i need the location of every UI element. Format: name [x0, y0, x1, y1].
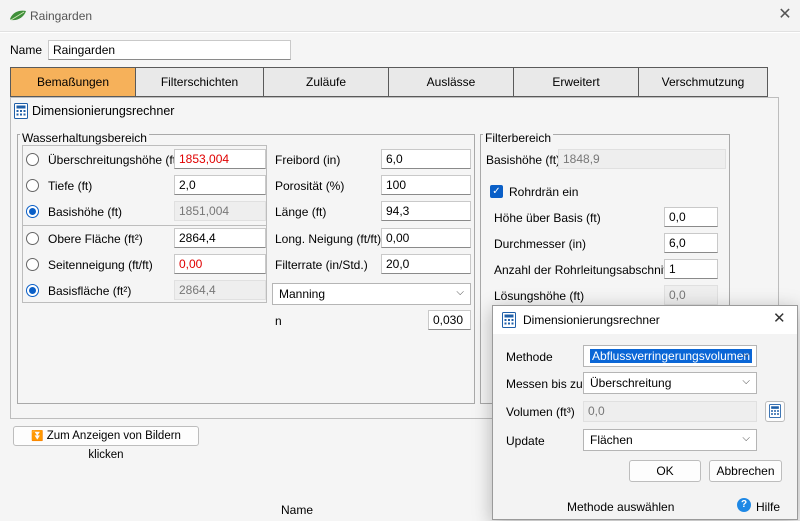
calculator-icon [14, 103, 28, 119]
dialog-status-text: Methode auswählen [567, 500, 675, 514]
radio-base-area[interactable] [26, 284, 39, 297]
radio-top-area[interactable] [26, 232, 39, 245]
solution-height-label: Lösungshöhe (ft) [494, 289, 585, 303]
length-label: Länge (ft) [275, 205, 327, 219]
n-input[interactable]: 0,030 [428, 310, 471, 330]
base-elevation-input: 1851,004 [174, 201, 266, 221]
title-bar: Raingarden ✕ [0, 0, 800, 32]
section-title: Dimensionierungsrechner [32, 104, 175, 118]
dialog-method-label: Methode [506, 350, 553, 364]
close-icon[interactable]: ✕ [774, 4, 796, 26]
filter-group-title: Filterbereich [483, 131, 554, 145]
diameter-input[interactable]: 6,0 [664, 233, 718, 253]
underdrain-checkbox[interactable]: ✓ [490, 185, 503, 198]
diameter-label: Durchmesser (in) [494, 237, 587, 251]
porosity-label: Porosität (%) [275, 179, 345, 193]
method-select-value: Manning [279, 287, 326, 301]
radio-overflow-elevation[interactable] [26, 153, 39, 166]
tab-bemassungen[interactable]: Bemaßungen [10, 67, 136, 97]
tab-verschmutzung[interactable]: Verschmutzung [638, 67, 768, 97]
side-slope-input[interactable]: 0,00 [174, 254, 266, 274]
calculator-icon [769, 404, 781, 418]
dialog-measure-value: Überschreitung [590, 376, 672, 390]
dialog-title-bar: Dimensionierungsrechner ✕ [493, 306, 797, 334]
help-icon[interactable]: ? [737, 498, 751, 512]
chevron-down-icon: ⌵ [456, 287, 464, 298]
solution-height-input: 0,0 [664, 285, 718, 305]
top-area-label: Obere Fläche (ft²) [48, 232, 143, 246]
dialog-measure-label: Messen bis zu [506, 377, 583, 391]
side-slope-label: Seitenneigung (ft/ft) [48, 258, 153, 272]
tab-zulaeufe[interactable]: Zuläufe [263, 67, 389, 97]
tab-erweitert[interactable]: Erweitert [513, 67, 639, 97]
double-chevron-down-icon: ⏬ [31, 431, 44, 442]
filter-rate-input[interactable]: 20,0 [381, 254, 471, 274]
height-above-base-label: Höhe über Basis (ft) [494, 211, 601, 225]
depth-input[interactable]: 2,0 [174, 175, 266, 195]
overflow-elevation-input[interactable]: 1853,004 [174, 149, 266, 169]
filter-rate-label: Filterrate (in/Std.) [275, 258, 368, 272]
top-area-input[interactable]: 2864,4 [174, 228, 266, 248]
filter-base-input: 1848,9 [558, 149, 726, 169]
freeboard-label: Freibord (in) [275, 153, 341, 167]
length-input[interactable]: 94,3 [381, 201, 471, 221]
dialog-volume-label: Volumen (ft³) [506, 405, 575, 419]
dialog-update-select[interactable]: Flächen ⌵ [583, 429, 757, 451]
chevron-down-icon: ⌵ [742, 433, 750, 444]
dialog-close-icon[interactable]: ✕ [773, 309, 786, 327]
long-slope-label: Long. Neigung (ft/ft) [275, 232, 382, 246]
long-slope-input[interactable]: 0,00 [381, 228, 471, 248]
sizing-calculator-dialog: Dimensionierungsrechner ✕ Methode Abflus… [492, 305, 798, 520]
radio-base-elevation[interactable] [26, 205, 39, 218]
pipe-count-input[interactable]: 1 [664, 259, 718, 279]
porosity-input[interactable]: 100 [381, 175, 471, 195]
name-input[interactable]: Raingarden [48, 40, 291, 60]
radio-divider [23, 225, 267, 226]
retention-group-title: Wasserhaltungsbereich [20, 131, 149, 145]
calculator-icon [502, 312, 516, 328]
base-elevation-label: Basishöhe (ft) [48, 205, 123, 219]
window-title: Raingarden [30, 9, 93, 23]
radio-depth[interactable] [26, 179, 39, 192]
radio-side-slope[interactable] [26, 258, 39, 271]
chevron-down-icon: ⌵ [742, 376, 750, 387]
name-label: Name [10, 43, 43, 57]
help-link[interactable]: Hilfe [756, 500, 780, 514]
method-select[interactable]: Manning ⌵ [272, 283, 471, 305]
pipe-count-label: Anzahl der Rohrleitungsabschnitte [494, 263, 677, 277]
filter-base-label: Basishöhe (ft) [486, 153, 561, 167]
dialog-update-value: Flächen [590, 433, 633, 447]
calculate-button[interactable] [765, 401, 785, 422]
tab-auslaesse[interactable]: Auslässe [388, 67, 514, 97]
n-label: n [275, 314, 282, 328]
ok-button[interactable]: OK [629, 460, 701, 482]
dialog-update-label: Update [506, 434, 545, 448]
dialog-measure-select[interactable]: Überschreitung ⌵ [583, 372, 757, 394]
dialog-volume-input: 0,0 [583, 401, 757, 422]
dialog-title: Dimensionierungsrechner [523, 313, 660, 327]
cancel-button[interactable]: Abbrechen [709, 460, 782, 482]
overflow-elevation-label: Überschreitungshöhe (ft) [48, 153, 181, 167]
show-images-button[interactable]: ⏬ Zum Anzeigen von Bildern klicken [13, 426, 199, 461]
raingarden-leaf-icon [10, 10, 26, 21]
height-above-base-input[interactable]: 0,0 [664, 207, 718, 227]
base-area-input: 2864,4 [174, 280, 266, 300]
dialog-method-value: Abflussverringerungsvolumen [590, 349, 753, 363]
footer-name-header: Name [281, 503, 314, 517]
freeboard-input[interactable]: 6,0 [381, 149, 471, 169]
depth-label: Tiefe (ft) [48, 179, 93, 193]
chevron-down-icon: ⌵ [742, 349, 750, 360]
dialog-method-select[interactable]: Abflussverringerungsvolumen ⌵ [583, 345, 757, 367]
underdrain-label: Rohrdrän ein [509, 185, 579, 199]
base-area-label: Basisfläche (ft²) [48, 284, 132, 298]
tab-filterschichten[interactable]: Filterschichten [135, 67, 264, 97]
